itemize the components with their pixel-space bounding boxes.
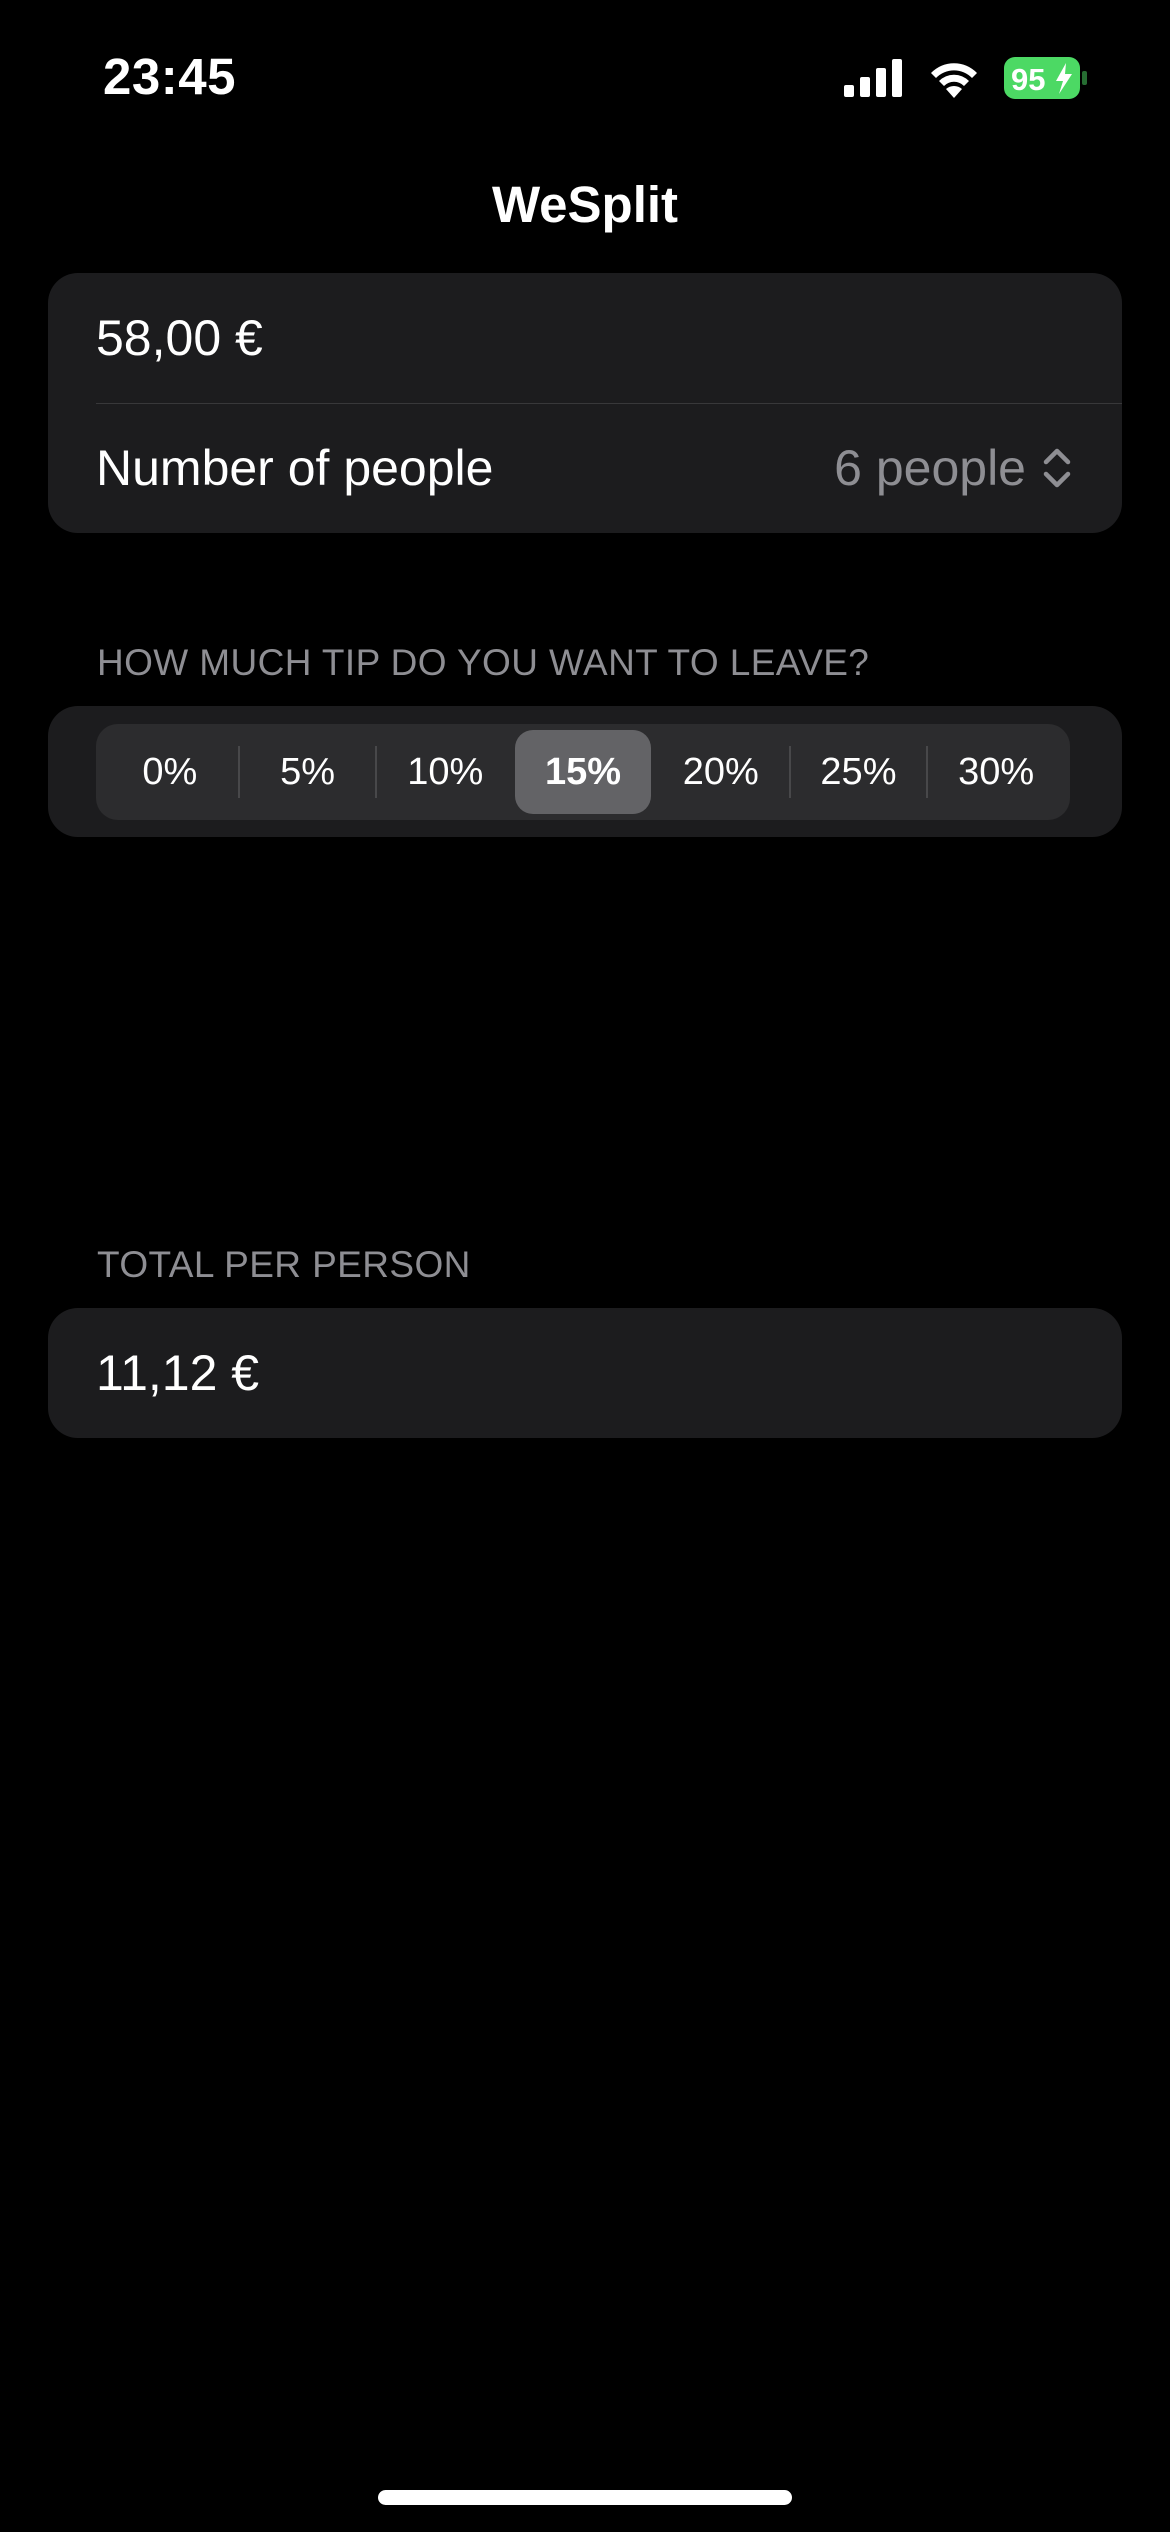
people-label: Number of people <box>96 440 494 496</box>
tip-option-25[interactable]: 25% <box>791 730 927 814</box>
tip-segmented-control[interactable]: 0% 5% 10% 15% 20% 25% 30% <box>96 724 1070 820</box>
chevron-up-down-icon <box>1043 448 1071 488</box>
tip-option-10[interactable]: 10% <box>377 730 513 814</box>
battery-level-text: 95 <box>1011 62 1045 97</box>
status-icons: 95 <box>844 56 1088 100</box>
status-bar: 23:45 95 <box>0 0 1170 150</box>
people-value: 6 people <box>834 440 1026 496</box>
signal-icon <box>844 59 902 97</box>
total-value: 11,12 € <box>96 1345 260 1401</box>
page-title: WeSplit <box>491 176 679 233</box>
tip-option-15[interactable]: 15% <box>515 730 651 814</box>
amount-value[interactable]: 58,00 € <box>96 309 263 367</box>
people-picker-row[interactable]: Number of people 6 people <box>48 403 1122 533</box>
tip-section-header: HOW MUCH TIP DO YOU WANT TO LEAVE? <box>97 642 870 683</box>
people-picker[interactable]: 6 people <box>834 439 1074 497</box>
tip-option-20[interactable]: 20% <box>653 730 789 814</box>
battery-charging-icon: 95 <box>1004 57 1087 99</box>
tip-option-30[interactable]: 30% <box>928 730 1064 814</box>
tip-option-5[interactable]: 5% <box>240 730 376 814</box>
total-section-header: TOTAL PER PERSON <box>97 1244 471 1285</box>
tip-option-0[interactable]: 0% <box>102 730 238 814</box>
total-row: 11,12 € <box>48 1308 1122 1438</box>
wifi-icon <box>931 63 977 98</box>
tip-group: 0% 5% 10% 15% 20% 25% 30% <box>48 706 1122 837</box>
input-group: 58,00 € Number of people 6 people <box>48 273 1122 533</box>
home-indicator[interactable] <box>378 2490 792 2505</box>
status-time: 23:45 <box>103 48 236 105</box>
total-group: 11,12 € <box>48 1308 1122 1438</box>
amount-field[interactable]: 58,00 € <box>48 273 1122 403</box>
